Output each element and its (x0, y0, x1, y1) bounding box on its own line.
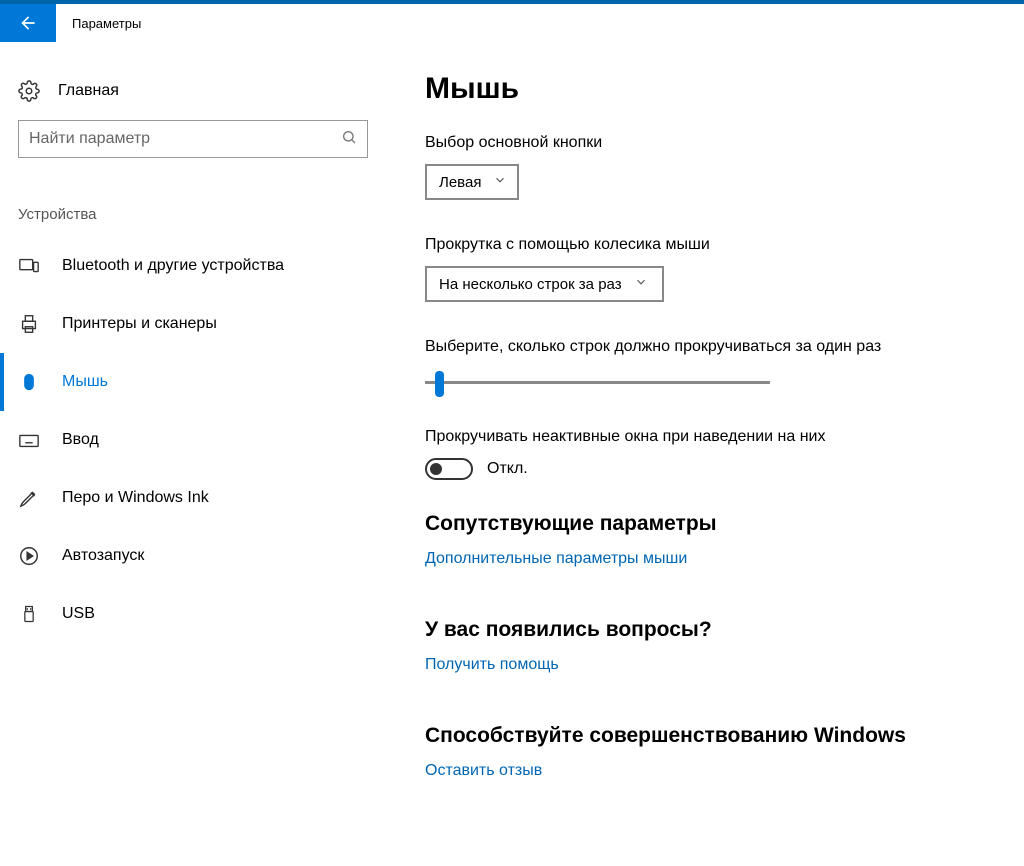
devices-icon (18, 255, 40, 277)
sidebar-item-label: Bluetooth и другие устройства (62, 257, 284, 275)
titlebar: Параметры (0, 0, 1024, 42)
main-panel: Мышь Выбор основной кнопки Левая Прокрут… (380, 72, 1024, 780)
mouse-icon (18, 371, 40, 393)
toggle-knob (430, 463, 442, 475)
search-icon (341, 129, 357, 150)
home-button[interactable]: Главная (18, 72, 380, 120)
sidebar-category: Устройства (18, 206, 380, 223)
sidebar-item-typing[interactable]: Ввод (18, 411, 380, 469)
usb-icon (18, 603, 40, 625)
sidebar-item-label: Автозапуск (62, 547, 144, 565)
sidebar-item-autoplay[interactable]: Автозапуск (18, 527, 380, 585)
sidebar-item-usb[interactable]: USB (18, 585, 380, 643)
sidebar-item-label: Перо и Windows Ink (62, 489, 209, 507)
window-title: Параметры (72, 16, 141, 31)
toggle-state-label: Откл. (487, 460, 528, 478)
page-title: Мышь (425, 72, 994, 106)
printer-icon (18, 313, 40, 335)
back-button[interactable] (0, 4, 56, 42)
keyboard-icon (18, 429, 40, 451)
chevron-down-icon (493, 173, 507, 191)
scroll-mode-label: Прокрутка с помощью колесика мыши (425, 236, 994, 254)
arrow-left-icon (18, 13, 38, 33)
scroll-mode-dropdown[interactable]: На несколько строк за раз (425, 266, 664, 302)
lines-slider[interactable] (425, 368, 770, 398)
inactive-windows-toggle[interactable] (425, 458, 473, 480)
search-box[interactable] (18, 120, 368, 158)
slider-track (425, 381, 770, 384)
sidebar-item-mouse[interactable]: Мышь (0, 353, 380, 411)
related-heading: Сопутствующие параметры (425, 512, 994, 536)
lines-per-scroll-label: Выберите, сколько строк должно прокручив… (425, 338, 994, 356)
sidebar-item-printers[interactable]: Принтеры и сканеры (18, 295, 380, 353)
dropdown-value: Левая (439, 174, 481, 191)
inactive-windows-label: Прокручивать неактивные окна при наведен… (425, 428, 994, 446)
sidebar-item-bluetooth[interactable]: Bluetooth и другие устройства (18, 237, 380, 295)
pen-icon (18, 487, 40, 509)
search-input[interactable] (29, 130, 329, 148)
sidebar-item-label: Мышь (62, 373, 108, 391)
sidebar-item-label: Принтеры и сканеры (62, 315, 217, 333)
help-heading: У вас появились вопросы? (425, 618, 994, 642)
chevron-down-icon (634, 275, 648, 293)
additional-mouse-settings-link[interactable]: Дополнительные параметры мыши (425, 550, 687, 568)
sidebar-item-label: USB (62, 605, 95, 623)
feedback-heading: Способствуйте совершенствованию Windows (425, 724, 994, 748)
sidebar: Главная Устройства Bluetooth и другие ус… (0, 72, 380, 780)
home-label: Главная (58, 82, 119, 100)
sidebar-item-label: Ввод (62, 431, 99, 449)
slider-thumb[interactable] (435, 371, 444, 397)
sidebar-item-pen[interactable]: Перо и Windows Ink (18, 469, 380, 527)
get-help-link[interactable]: Получить помощь (425, 656, 559, 674)
autoplay-icon (18, 545, 40, 567)
gear-icon (18, 80, 40, 102)
feedback-link[interactable]: Оставить отзыв (425, 762, 542, 780)
dropdown-value: На несколько строк за раз (439, 276, 622, 293)
primary-button-label: Выбор основной кнопки (425, 134, 994, 152)
primary-button-dropdown[interactable]: Левая (425, 164, 519, 200)
